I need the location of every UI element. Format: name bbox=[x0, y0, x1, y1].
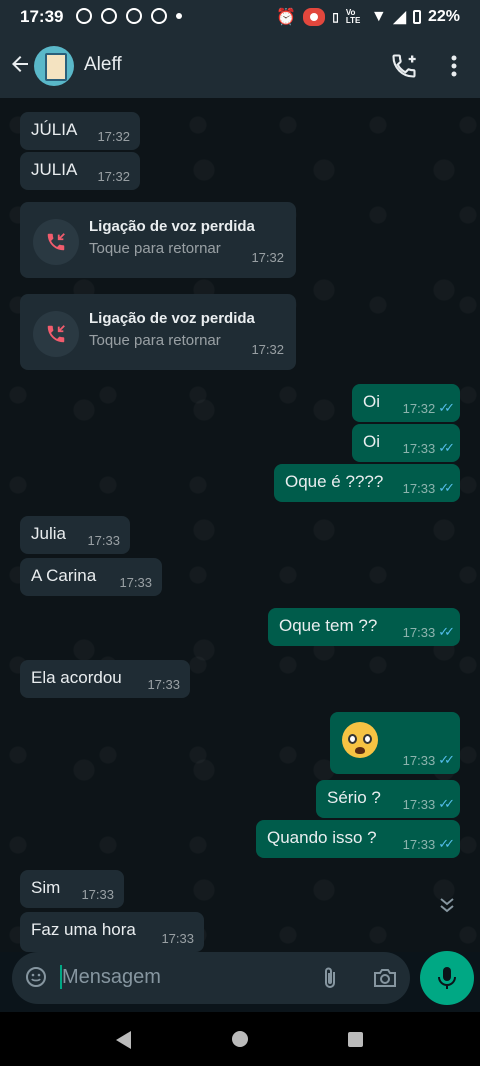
read-ticks-icon: ✓✓ bbox=[438, 836, 455, 851]
message-text: Oi bbox=[363, 432, 380, 451]
emoji-icon[interactable] bbox=[24, 965, 48, 989]
wifi-icon: ▼ bbox=[370, 8, 387, 25]
missed-call-icon bbox=[33, 219, 79, 265]
message-input[interactable]: Mensagem bbox=[62, 966, 161, 989]
message-text: Quando isso ? bbox=[267, 828, 377, 847]
read-ticks-icon: ✓✓ bbox=[438, 796, 455, 811]
read-ticks-icon: ✓✓ bbox=[438, 440, 455, 455]
message-time: 17:32 bbox=[97, 129, 130, 144]
alarm-icon: ⏰ bbox=[276, 9, 297, 26]
add-call-icon[interactable] bbox=[390, 52, 418, 80]
missed-call-bubble[interactable]: Ligação de voz perdida Toque para retorn… bbox=[20, 294, 296, 370]
mic-icon bbox=[438, 967, 456, 989]
message-outgoing[interactable]: Oque é ???? 17:33 ✓✓ bbox=[274, 464, 460, 502]
message-text: Sim bbox=[31, 878, 61, 897]
mic-button[interactable] bbox=[420, 951, 474, 1005]
message-text: Ela acordou bbox=[31, 668, 122, 687]
fearful-face-emoji bbox=[342, 722, 378, 758]
message-text: Oi bbox=[363, 392, 380, 411]
message-outgoing[interactable]: Oque tem ?? 17:33 ✓✓ bbox=[268, 608, 460, 646]
media-icon bbox=[151, 8, 167, 24]
scroll-down-icon[interactable] bbox=[434, 896, 460, 922]
status-time: 17:39 bbox=[20, 7, 64, 26]
message-text: A Carina bbox=[31, 566, 97, 585]
missed-call-title: Ligação de voz perdida bbox=[89, 310, 255, 327]
back-arrow-icon[interactable] bbox=[8, 52, 32, 76]
attach-icon[interactable] bbox=[318, 965, 342, 991]
message-time: 17:33 ✓✓ bbox=[402, 836, 455, 852]
recording-icon bbox=[303, 8, 326, 26]
message-incoming[interactable]: Ela acordou 17:33 bbox=[20, 660, 190, 698]
read-ticks-icon: ✓✓ bbox=[438, 752, 455, 767]
message-time: 17:33 ✓✓ bbox=[402, 796, 455, 812]
message-time: 17:33 bbox=[87, 533, 120, 548]
missed-call-icon bbox=[33, 311, 79, 357]
message-time: 17:33 bbox=[161, 931, 194, 946]
message-outgoing[interactable]: Sério ? 17:33 ✓✓ bbox=[316, 780, 460, 818]
read-ticks-icon: ✓✓ bbox=[438, 624, 455, 639]
missed-call-bubble[interactable]: Ligação de voz perdida Toque para retorn… bbox=[20, 202, 296, 278]
battery-icon bbox=[412, 10, 421, 24]
message-time: 17:33 ✓✓ bbox=[402, 624, 455, 640]
volte-label: Vo LTE bbox=[345, 8, 361, 25]
status-bar: 17:39 ⏰ ▯ Vo LTE ▼ ◢ 22% bbox=[0, 0, 480, 34]
message-outgoing[interactable]: 17:33 ✓✓ bbox=[330, 712, 460, 774]
message-incoming[interactable]: Sim 17:33 bbox=[20, 870, 124, 908]
notification-icon bbox=[76, 8, 92, 24]
message-input-bar: Mensagem bbox=[12, 952, 410, 1004]
message-incoming[interactable]: Faz uma hora 17:33 bbox=[20, 912, 204, 952]
message-incoming[interactable]: JULIA 17:32 bbox=[20, 152, 140, 190]
chat-header: Aleff bbox=[0, 34, 480, 98]
message-text: JULIA bbox=[31, 160, 78, 179]
nav-back-icon[interactable] bbox=[116, 1031, 131, 1049]
message-outgoing[interactable]: Oi 17:33 ✓✓ bbox=[352, 424, 460, 462]
message-time: 17:33 bbox=[147, 677, 180, 692]
message-outgoing[interactable]: Quando isso ? 17:33 ✓✓ bbox=[256, 820, 460, 858]
message-text: Oque é ???? bbox=[285, 472, 384, 491]
message-text: Oque tem ?? bbox=[279, 616, 378, 635]
message-text: Julia bbox=[31, 524, 66, 543]
message-time: 17:32 bbox=[251, 342, 284, 357]
missed-call-subtitle: Toque para retornar bbox=[89, 332, 221, 349]
contact-name[interactable]: Aleff bbox=[84, 54, 122, 76]
message-text: Sério ? bbox=[327, 788, 381, 807]
nav-recents-icon[interactable] bbox=[348, 1032, 363, 1047]
read-ticks-icon: ✓✓ bbox=[438, 400, 455, 415]
message-incoming[interactable]: A Carina 17:33 bbox=[20, 558, 162, 596]
message-time: 17:32 ✓✓ bbox=[402, 400, 455, 416]
chat-area[interactable]: JÚLIA 17:32 JULIA 17:32 Ligação de voz p… bbox=[0, 98, 480, 952]
message-time: 17:33 ✓✓ bbox=[402, 480, 455, 496]
message-outgoing[interactable]: Oi 17:32 ✓✓ bbox=[352, 384, 460, 422]
signal-icon: ◢ bbox=[393, 9, 406, 26]
camera-icon[interactable] bbox=[372, 966, 398, 990]
message-text: Faz uma hora bbox=[31, 920, 136, 939]
status-right: ⏰ ▯ Vo LTE ▼ ◢ 22% bbox=[276, 7, 460, 27]
vibrate-icon: ▯ bbox=[332, 10, 339, 24]
snapchat-icon bbox=[101, 8, 117, 24]
message-time: 17:32 bbox=[251, 250, 284, 265]
nav-home-icon[interactable] bbox=[232, 1031, 248, 1047]
message-text: JÚLIA bbox=[31, 120, 78, 139]
android-nav-bar bbox=[0, 1012, 480, 1066]
read-ticks-icon: ✓✓ bbox=[438, 480, 455, 495]
message-incoming[interactable]: JÚLIA 17:32 bbox=[20, 112, 140, 150]
message-time: 17:33 bbox=[81, 887, 114, 902]
message-incoming[interactable]: Julia 17:33 bbox=[20, 516, 130, 554]
message-time: 17:32 bbox=[97, 169, 130, 184]
facebook-icon bbox=[126, 8, 142, 24]
missed-call-title: Ligação de voz perdida bbox=[89, 218, 255, 235]
missed-call-subtitle: Toque para retornar bbox=[89, 240, 221, 257]
avatar[interactable] bbox=[34, 46, 74, 86]
more-notifications-icon bbox=[176, 13, 182, 19]
message-time: 17:33 ✓✓ bbox=[402, 440, 455, 456]
battery-percent: 22% bbox=[427, 8, 460, 25]
notification-icons bbox=[76, 8, 182, 24]
message-time: 17:33 ✓✓ bbox=[402, 752, 455, 768]
more-vert-icon[interactable] bbox=[444, 52, 464, 80]
message-time: 17:33 bbox=[119, 575, 152, 590]
